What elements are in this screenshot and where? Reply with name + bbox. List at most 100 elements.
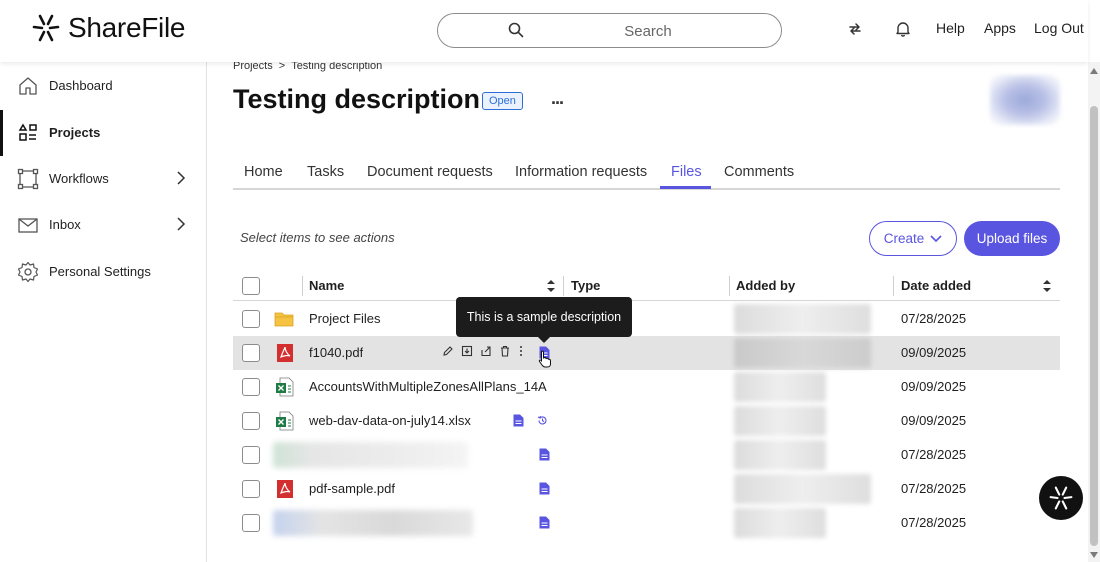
redacted-added-by <box>734 304 871 334</box>
table-row[interactable]: web-dav-data-on-july14.xlsx 09/09/2025 <box>233 404 1060 438</box>
upload-files-button[interactable]: Upload files <box>964 221 1060 256</box>
mail-icon <box>18 218 38 233</box>
scroll-down-arrow[interactable] <box>1090 552 1098 558</box>
row-checkbox[interactable] <box>242 310 260 328</box>
pdf-icon <box>277 480 293 498</box>
description-tooltip: This is a sample description <box>456 297 632 343</box>
pdf-icon <box>277 344 293 362</box>
download-icon[interactable] <box>461 345 473 357</box>
delete-icon[interactable] <box>499 345 511 357</box>
select-all-checkbox[interactable] <box>242 277 260 295</box>
chevron-right-icon <box>177 217 186 231</box>
sidebar-item-workflows[interactable]: Workflows <box>0 156 206 202</box>
tab-tasks[interactable]: Tasks <box>307 164 344 180</box>
scroll-up-arrow[interactable] <box>1090 68 1098 74</box>
table-row[interactable]: Project Files 07/28/2025 <box>233 302 1060 336</box>
create-button[interactable]: Create <box>869 221 957 256</box>
home-icon <box>19 77 37 95</box>
date-added: 07/28/2025 <box>901 515 967 530</box>
description-icon[interactable] <box>539 516 550 529</box>
redacted-added-by <box>734 338 871 368</box>
column-header-date-added[interactable]: Date added <box>901 278 971 293</box>
file-name[interactable]: AccountsWithMultipleZonesAllPlans_14A... <box>309 379 547 394</box>
logout-link[interactable]: Log Out <box>1034 20 1084 36</box>
avatar[interactable] <box>990 75 1060 125</box>
redacted-added-by <box>734 474 871 504</box>
table-row[interactable]: 07/28/2025 <box>233 506 1060 540</box>
tab-home[interactable]: Home <box>244 164 283 180</box>
row-checkbox[interactable] <box>242 480 260 498</box>
row-checkbox[interactable] <box>242 378 260 396</box>
sidebar-item-personal-settings[interactable]: Personal Settings <box>0 249 206 295</box>
folder-icon <box>274 312 294 327</box>
redacted-added-by <box>734 440 826 470</box>
top-header: ShareFile Help Apps Log Out <box>0 0 1088 62</box>
sharefile-logo[interactable]: ShareFile <box>32 12 185 44</box>
more-vertical-icon[interactable] <box>518 345 524 357</box>
scroll-thumb[interactable] <box>1090 106 1098 546</box>
row-checkbox[interactable] <box>242 514 260 532</box>
redacted-file-name <box>273 442 468 468</box>
sidebar-item-dashboard[interactable]: Dashboard <box>0 63 206 109</box>
file-name[interactable]: pdf-sample.pdf <box>309 481 395 496</box>
redacted-added-by <box>734 372 826 402</box>
table-row[interactable]: pdf-sample.pdf 07/28/2025 <box>233 472 1060 506</box>
table-header: Name Type Added by Date added <box>233 270 1060 301</box>
table-row[interactable]: AccountsWithMultipleZonesAllPlans_14A...… <box>233 370 1060 404</box>
date-added: 07/28/2025 <box>901 481 967 496</box>
file-name[interactable]: web-dav-data-on-july14.xlsx <box>309 413 471 428</box>
date-added: 09/09/2025 <box>901 413 967 428</box>
column-divider <box>729 276 730 296</box>
sidebar-item-label: Personal Settings <box>49 264 151 279</box>
more-options-button[interactable]: ... <box>551 88 564 109</box>
help-link[interactable]: Help <box>936 20 965 36</box>
row-actions <box>442 345 524 357</box>
table-row[interactable]: 07/28/2025 <box>233 438 1060 472</box>
column-divider <box>563 276 564 296</box>
date-added: 07/28/2025 <box>901 447 967 462</box>
table-row[interactable]: f1040.pdf 09/09/2025 <box>233 336 1060 370</box>
sidebar-item-projects[interactable]: Projects <box>0 110 206 156</box>
tab-files[interactable]: Files <box>671 164 702 180</box>
search-input[interactable] <box>548 20 748 42</box>
sidebar-item-label: Workflows <box>49 171 109 186</box>
column-header-type[interactable]: Type <box>571 278 600 293</box>
tab-information-requests[interactable]: Information requests <box>515 164 647 180</box>
file-name[interactable]: f1040.pdf <box>309 345 363 360</box>
edit-icon[interactable] <box>442 345 454 357</box>
column-divider <box>893 276 894 296</box>
gear-icon <box>17 261 39 283</box>
description-icon[interactable] <box>513 414 524 427</box>
sharefile-assistant-icon <box>1049 486 1073 510</box>
description-icon[interactable] <box>539 482 550 495</box>
description-icon[interactable] <box>539 448 550 461</box>
apps-link[interactable]: Apps <box>984 20 1016 36</box>
file-name[interactable]: Project Files <box>309 311 381 326</box>
page-scrollbar[interactable] <box>1088 62 1100 562</box>
assistant-button[interactable] <box>1039 476 1083 520</box>
tab-document-requests[interactable]: Document requests <box>367 164 493 180</box>
date-added: 09/09/2025 <box>901 379 967 394</box>
workflows-icon <box>17 168 39 190</box>
row-checkbox[interactable] <box>242 412 260 430</box>
tab-comments[interactable]: Comments <box>724 164 794 180</box>
excel-icon <box>276 377 294 397</box>
sort-icon[interactable] <box>546 279 556 293</box>
chevron-down-icon <box>930 234 942 242</box>
column-header-added-by[interactable]: Added by <box>736 278 795 293</box>
version-history-icon[interactable] <box>537 415 548 426</box>
project-tabs: Home Tasks Document requests Information… <box>233 158 1060 190</box>
status-badge: Open <box>482 92 523 110</box>
sidebar-item-inbox[interactable]: Inbox <box>0 202 206 248</box>
row-checkbox[interactable] <box>242 446 260 464</box>
switch-account-icon[interactable] <box>846 20 864 38</box>
pointer-cursor-icon <box>538 350 551 368</box>
column-header-name[interactable]: Name <box>309 278 344 293</box>
row-checkbox[interactable] <box>242 344 260 362</box>
share-icon[interactable] <box>480 345 492 357</box>
excel-icon <box>276 411 294 431</box>
bell-icon[interactable] <box>894 20 912 38</box>
date-added: 07/28/2025 <box>901 311 967 326</box>
search-box[interactable] <box>437 13 782 48</box>
sort-icon[interactable] <box>1042 279 1052 293</box>
